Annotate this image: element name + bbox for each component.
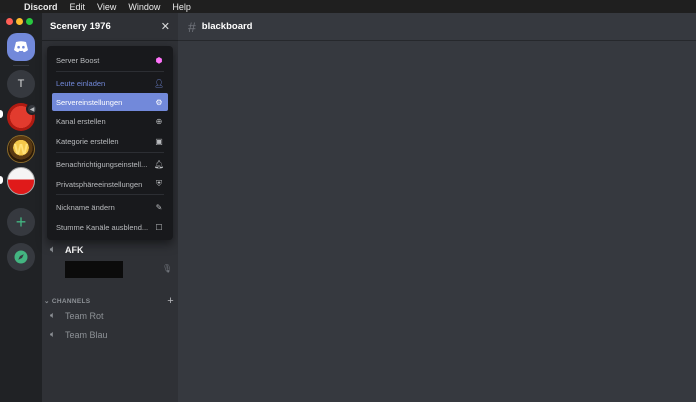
menu-item-create-channel[interactable]: Kanal erstellen ⊕ [52, 112, 168, 130]
pencil-icon: ✎ [155, 202, 163, 212]
bell-icon: 🔔︎ [154, 159, 165, 169]
menu-item-label: Benachrichtigungseinstell... [56, 159, 148, 169]
zoom-window-button[interactable] [26, 18, 33, 25]
server-header[interactable]: Scenery 1976 ✕ [42, 13, 178, 41]
rail-separator [13, 65, 29, 66]
checkbox-icon[interactable]: ☐ [154, 223, 164, 232]
menubar-help[interactable]: Help [172, 2, 191, 12]
folder-plus-icon: ▣ [155, 136, 163, 146]
minimize-window-button[interactable] [16, 18, 23, 25]
menu-item-label: Kategorie erstellen [56, 136, 119, 146]
compass-icon [14, 250, 28, 264]
menu-item-server-boost[interactable]: Server Boost ⬢ [52, 51, 168, 69]
channel-header: # blackboard [178, 13, 696, 41]
menubar-edit[interactable]: Edit [70, 2, 86, 12]
menu-item-hide-muted-channels[interactable]: Stumme Kanäle ausblend... ☐ [52, 218, 168, 236]
voice-channel-afk[interactable]: 🔈︎ AFK [50, 244, 84, 255]
channel-label: Team Blau [65, 329, 108, 340]
menubar-app-name[interactable]: Discord [24, 2, 58, 12]
speaker-badge-icon: ◀ [26, 103, 38, 115]
menu-item-invite-people[interactable]: Leute einladen 👤︎ [52, 74, 168, 92]
unread-pill [0, 110, 3, 118]
menu-item-label: Leute einladen [56, 78, 106, 88]
add-server-button[interactable]: + [7, 208, 35, 236]
server-t-icon[interactable]: T [7, 70, 35, 98]
menubar-view[interactable]: View [97, 2, 116, 12]
server-flag-icon[interactable] [7, 167, 35, 195]
speaker-icon: 🔈︎ [50, 329, 56, 339]
gear-icon: ⚙︎ [155, 97, 163, 107]
main-panel: # blackboard [178, 13, 696, 402]
menu-item-label: Server Boost [56, 55, 100, 65]
close-window-button[interactable] [6, 18, 13, 25]
server-wow-icon[interactable]: W [7, 135, 35, 163]
voice-channel-team-rot[interactable]: 🔈︎ Team Rot [50, 310, 104, 321]
menu-item-change-nickname[interactable]: Nickname ändern ✎ [52, 198, 168, 216]
voice-channel-team-blau[interactable]: 🔈︎ Team Blau [50, 329, 108, 340]
unread-pill [0, 176, 3, 184]
menu-item-notification-settings[interactable]: Benachrichtigungseinstell... 🔔︎ [52, 155, 168, 173]
mac-menubar: Discord Edit View Window Help [0, 0, 696, 13]
add-channel-icon[interactable]: + [167, 295, 174, 307]
plus-circle-icon: ⊕ [155, 116, 163, 126]
menu-separator [56, 71, 164, 72]
menubar-window[interactable]: Window [128, 2, 160, 12]
close-icon[interactable]: ✕ [161, 20, 170, 33]
menu-item-label: Privatsphäreeinstellungen [56, 179, 143, 189]
chevron-down-icon: ⌄ [44, 298, 52, 305]
server-dropdown-menu: Server Boost ⬢ Leute einladen 👤︎ Servere… [47, 46, 173, 240]
menu-item-label: Nickname ändern [56, 202, 115, 212]
hash-icon: # [188, 18, 196, 35]
redacted-user [65, 261, 123, 278]
shield-icon: ⛨ [156, 179, 162, 188]
menu-item-privacy-settings[interactable]: Privatsphäreeinstellungen ⛨ [52, 175, 168, 193]
menu-separator [56, 194, 164, 195]
speaker-icon: 🔈︎ [50, 310, 56, 320]
explore-servers-button[interactable] [7, 243, 35, 271]
category-channels[interactable]: ⌄ CHANNELS + [44, 295, 174, 307]
channel-label: AFK [65, 244, 84, 255]
menu-item-label: Servereinstellungen [56, 97, 123, 107]
home-button[interactable] [7, 33, 35, 61]
add-person-icon: 👤︎ [154, 78, 165, 88]
menu-item-label: Stumme Kanäle ausblend... [56, 222, 149, 232]
server-name: Scenery 1976 [50, 21, 111, 32]
category-label: CHANNELS [51, 298, 91, 305]
muted-mic-icon: 🎙︎ [162, 264, 173, 273]
boost-icon: ⬢ [155, 55, 163, 65]
menu-item-label: Kanal erstellen [56, 116, 106, 126]
channel-label: Team Rot [65, 310, 104, 321]
speaker-icon: 🔈︎ [50, 244, 56, 254]
window-controls [6, 18, 33, 25]
discord-logo-icon [14, 41, 28, 53]
channel-title: blackboard [201, 21, 253, 32]
menu-item-server-settings[interactable]: Servereinstellungen ⚙︎ [52, 93, 168, 111]
menu-item-create-category[interactable]: Kategorie erstellen ▣ [52, 132, 168, 150]
server-rail: T ◀ W + [0, 13, 42, 402]
menu-separator [56, 152, 164, 153]
